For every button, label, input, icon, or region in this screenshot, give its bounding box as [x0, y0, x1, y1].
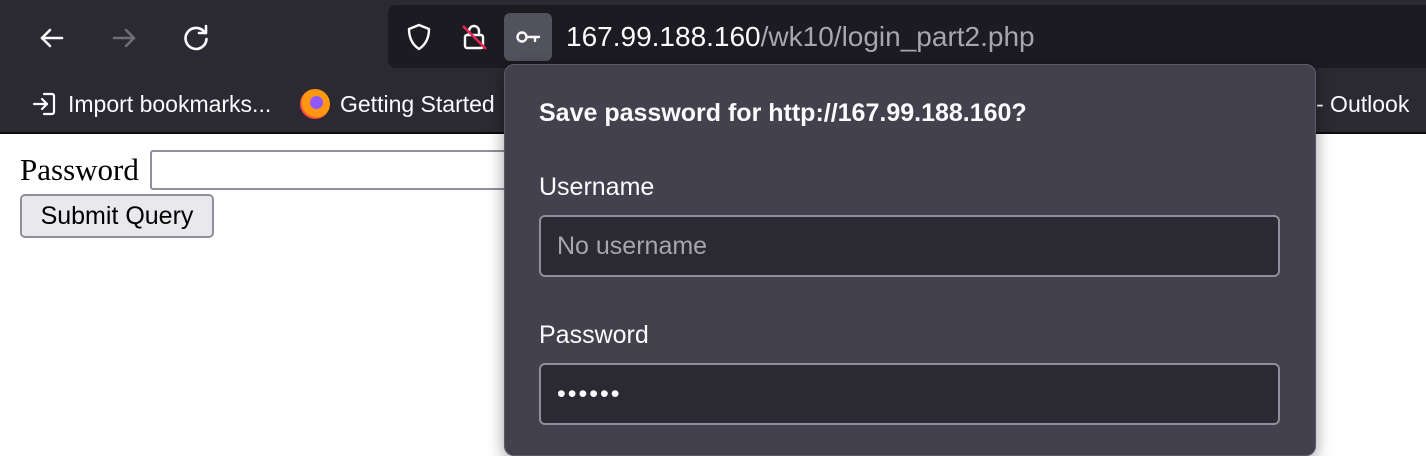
page-password-label: Password — [20, 152, 139, 187]
insecure-lock-icon — [462, 24, 487, 50]
bookmark-outlook[interactable]: - Outlook — [1316, 76, 1409, 132]
back-button[interactable] — [30, 16, 74, 60]
reload-button[interactable] — [174, 16, 218, 60]
bookmark-import-label: Import bookmarks... — [68, 90, 272, 117]
popup-title: Save password for http://167.99.188.160? — [539, 99, 1027, 127]
bookmark-outlook-label: - Outlook — [1316, 90, 1410, 117]
save-password-popup: Save password for http://167.99.188.160?… — [504, 64, 1316, 456]
bookmark-getting-started-label: Getting Started — [340, 90, 495, 117]
popup-password-input[interactable]: •••••• — [539, 363, 1280, 425]
url-host: 167.99.188.160 — [566, 21, 761, 52]
back-arrow-icon — [40, 28, 64, 48]
import-icon — [32, 92, 56, 116]
bookmark-import[interactable]: Import bookmarks... — [30, 76, 271, 132]
popup-username-input[interactable] — [539, 215, 1280, 277]
submit-query-button[interactable]: Submit Query — [20, 194, 214, 238]
forward-button[interactable] — [102, 16, 146, 60]
popup-password-label: Password — [539, 321, 649, 349]
firefox-logo-icon — [300, 89, 330, 119]
page-password-input[interactable] — [150, 150, 550, 190]
key-icon — [516, 31, 541, 43]
url-path: /wk10/login_part2.php — [760, 21, 1035, 52]
password-key-button[interactable] — [504, 13, 552, 61]
popup-username-label: Username — [539, 173, 655, 201]
bookmark-getting-started[interactable]: Getting Started — [300, 76, 495, 132]
url-bar[interactable]: 167.99.188.160/wk10/login_part2.php — [388, 5, 1426, 68]
forward-arrow-icon — [112, 28, 136, 48]
insecure-connection-button[interactable] — [450, 13, 498, 61]
reload-icon — [184, 24, 208, 51]
url-text[interactable]: 167.99.188.160/wk10/login_part2.php — [566, 5, 1035, 68]
tracking-protection-button[interactable] — [395, 13, 443, 61]
shield-icon — [407, 23, 431, 51]
